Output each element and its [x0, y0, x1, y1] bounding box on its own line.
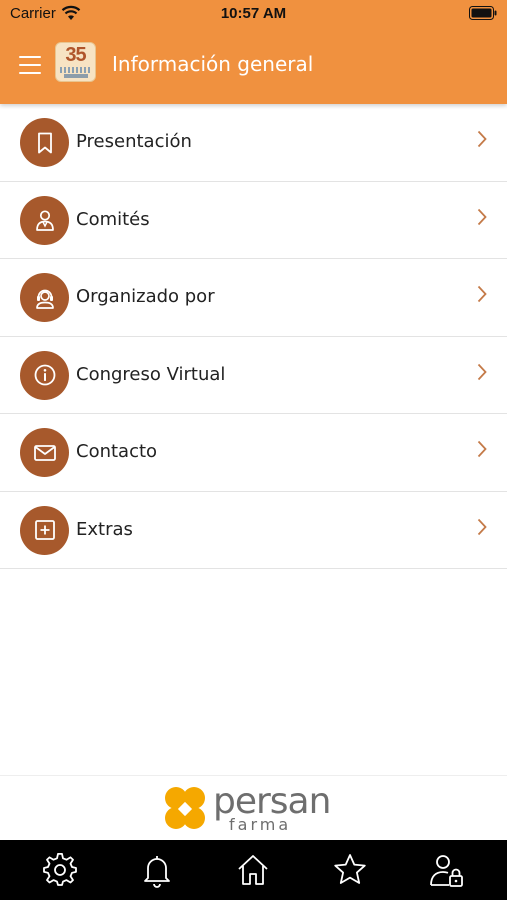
user-lock-icon [429, 855, 463, 887]
tab-favorites[interactable] [325, 845, 375, 895]
menu-item-label: Organizado por [76, 286, 215, 307]
top-bar: Carrier 10:57 AM 35 Información general [0, 0, 507, 104]
menu-item-congreso-virtual[interactable]: Congreso Virtual [0, 336, 507, 414]
chevron-right-icon [477, 518, 487, 535]
chevron-right-icon [477, 363, 487, 380]
bell-icon [143, 856, 170, 888]
sponsor-banner[interactable]: persan farma [0, 775, 507, 840]
gear-icon [43, 853, 78, 886]
tab-home[interactable] [228, 845, 278, 895]
chevron-right-icon [477, 285, 487, 303]
menu-item-comites[interactable]: Comités [0, 181, 507, 259]
menu-item-label: Contacto [76, 441, 158, 462]
tab-notifications[interactable] [132, 845, 182, 895]
info-icon [20, 350, 69, 400]
congress-logo: 35 [55, 42, 96, 82]
logo-number: 35 [65, 44, 86, 66]
home-icon [238, 855, 269, 885]
chevron-right-icon [477, 440, 487, 458]
sponsor-subname: farma [229, 815, 292, 834]
tab-settings[interactable] [35, 845, 85, 895]
battery-icon [469, 6, 497, 20]
clock: 10:57 AM [220, 5, 287, 22]
status-bar: Carrier 10:57 AM [0, 0, 507, 28]
menu-item-label: Extras [76, 518, 133, 540]
menu-item-label: Presentación [76, 131, 192, 152]
bookmark-icon [20, 118, 69, 167]
menu-item-extras[interactable]: Extras [0, 491, 507, 569]
persan-clover-logo [165, 787, 205, 829]
menu-item-label: Comités [76, 208, 150, 230]
menu-item-presentacion[interactable]: Presentación [0, 104, 507, 182]
menu-list: Presentación Comités Organizado por Cong… [0, 104, 507, 569]
app-header: 35 Información general [0, 28, 507, 104]
headset-icon [20, 273, 69, 322]
chevron-right-icon [477, 208, 487, 225]
person-icon [20, 195, 69, 245]
tab-account[interactable] [422, 845, 472, 895]
plus-square-icon [20, 505, 69, 555]
tab-bar [0, 840, 507, 900]
menu-item-organizado-por[interactable]: Organizado por [0, 259, 507, 337]
menu-item-contacto[interactable]: Contacto [0, 414, 507, 492]
mail-icon [20, 428, 69, 477]
star-icon [334, 854, 366, 884]
chevron-right-icon [477, 130, 487, 148]
hamburger-icon[interactable] [19, 56, 41, 74]
page-title: Información general [112, 52, 314, 76]
menu-item-label: Congreso Virtual [76, 363, 226, 385]
